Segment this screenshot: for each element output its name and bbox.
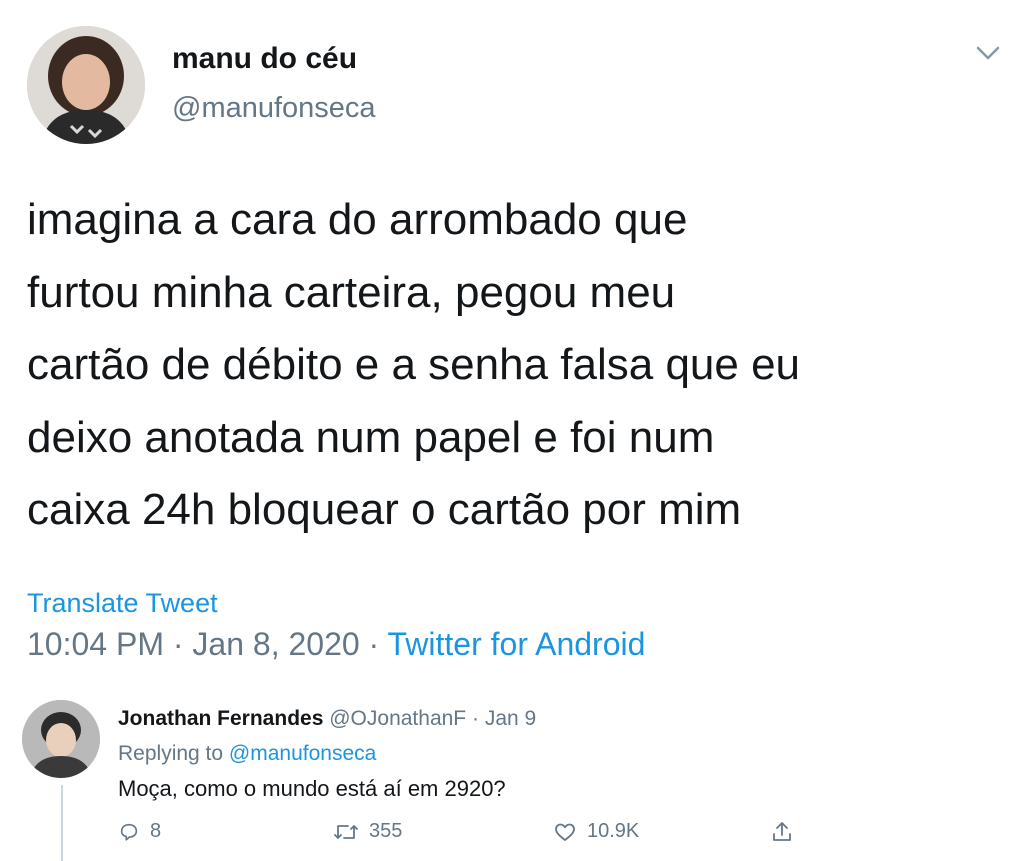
translate-tweet-link[interactable]: Translate Tweet xyxy=(27,588,218,619)
share-button[interactable] xyxy=(771,820,793,844)
reply-header: Jonathan Fernandes @OJonathanF · Jan 9 xyxy=(118,707,536,731)
reply-button[interactable]: 8 xyxy=(118,820,161,843)
thread-line xyxy=(61,785,63,861)
tweet-time[interactable]: 10:04 PM xyxy=(27,626,164,662)
tweet-date[interactable]: Jan 8, 2020 xyxy=(192,626,359,662)
user-handle[interactable]: @manufonseca xyxy=(172,92,376,125)
replying-prefix: Replying to xyxy=(118,742,224,765)
tweet-text-line: deixo anotada num papel e foi num xyxy=(27,412,715,462)
reply-avatar-portrait xyxy=(22,700,100,778)
share-icon xyxy=(773,822,791,841)
tweet-text-line: imagina a cara do arrombado que xyxy=(27,195,688,244)
reply-handle[interactable]: @OJonathanF xyxy=(329,707,466,730)
retweet-count: 355 xyxy=(369,820,403,842)
like-count: 10.9K xyxy=(587,820,640,842)
tweet-source-link[interactable]: Twitter for Android xyxy=(388,626,646,662)
like-button[interactable]: 10.9K xyxy=(553,820,639,843)
reply-separator: · xyxy=(471,707,479,730)
tweet-text-line: cartão de débito e a senha falsa que eu xyxy=(27,340,801,389)
replying-to: Replying to @manufonseca xyxy=(118,742,376,766)
retweet-button[interactable]: 355 xyxy=(333,820,402,843)
heart-icon xyxy=(555,823,575,841)
display-name[interactable]: manu do céu xyxy=(172,42,357,76)
tweet-text-line: caixa 24h bloquear o cartão por mim xyxy=(27,485,742,534)
tweet-metadata: 10:04 PM · Jan 8, 2020 · Twitter for And… xyxy=(27,626,645,663)
reply-text: Moça, como o mundo está aí em 2920? xyxy=(118,776,506,801)
avatar-portrait xyxy=(27,26,145,144)
reply-date[interactable]: Jan 9 xyxy=(485,707,536,730)
reply-avatar[interactable] xyxy=(22,700,100,778)
tweet-text-line: furtou minha carteira, pegou meu xyxy=(27,267,676,317)
avatar[interactable] xyxy=(27,26,145,144)
replying-to-handle[interactable]: @manufonseca xyxy=(229,742,376,765)
comment-icon xyxy=(120,823,138,841)
retweet-icon xyxy=(334,824,358,839)
meta-separator: · xyxy=(368,626,380,662)
chevron-down-icon[interactable] xyxy=(972,40,1004,66)
tweet-text: imagina a cara do arrombado que furtou m… xyxy=(27,184,1017,547)
reply-count: 8 xyxy=(150,820,162,842)
reply-display-name[interactable]: Jonathan Fernandes xyxy=(118,707,323,730)
meta-separator: · xyxy=(172,626,184,662)
